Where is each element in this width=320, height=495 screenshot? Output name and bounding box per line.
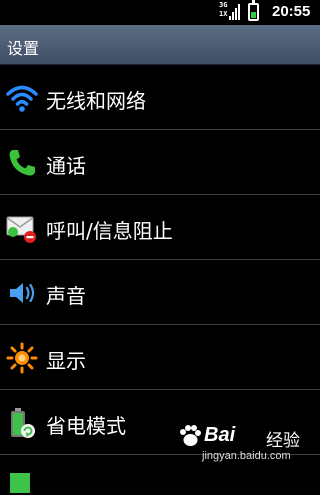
page-title: 设置 — [7, 39, 40, 58]
menu-item-wireless[interactable]: 无线和网络 — [0, 65, 320, 130]
watermark-brand: Bai — [204, 424, 236, 446]
clock: 20:55 — [272, 3, 311, 20]
menu-item-call-message-block[interactable]: 呼叫/信息阻止 — [0, 195, 320, 260]
menu-item-label: 省电模式 — [46, 414, 126, 438]
speaker-icon — [10, 283, 35, 303]
network-type-label: 3G — [219, 1, 228, 9]
network-subtype-label: 1X — [219, 10, 228, 18]
menu-item-label: 无线和网络 — [46, 89, 146, 113]
status-bar: 3G 1X 20:55 — [0, 0, 320, 25]
menu-item-call[interactable]: 通话 — [0, 130, 320, 195]
power-saving-icon — [11, 408, 35, 438]
menu-item-label: 声音 — [46, 284, 86, 308]
network-signal-icon: 3G 1X — [219, 2, 241, 22]
watermark-brand-suffix: 经验 — [266, 431, 300, 451]
baidu-paw-logo — [180, 425, 201, 446]
phone-icon — [9, 150, 35, 176]
menu-item-display[interactable]: 显示 — [0, 325, 320, 390]
menu-item-label: 显示 — [46, 349, 86, 373]
menu-item-label: 呼叫/信息阻止 — [46, 219, 173, 243]
wifi-icon — [6, 85, 38, 112]
partial-item-icon — [10, 473, 30, 493]
watermark-url: jingyan.baidu.com — [202, 450, 291, 462]
baidu-jingyan-watermark: Bai 经验 jingyan.baidu.com — [178, 420, 318, 478]
battery-icon — [248, 0, 259, 21]
block-message-icon — [6, 216, 36, 243]
menu-item-sound[interactable]: 声音 — [0, 260, 320, 325]
menu-item-label: 通话 — [46, 154, 86, 178]
title-bar: 设置 — [0, 25, 320, 65]
brightness-icon — [6, 342, 38, 374]
